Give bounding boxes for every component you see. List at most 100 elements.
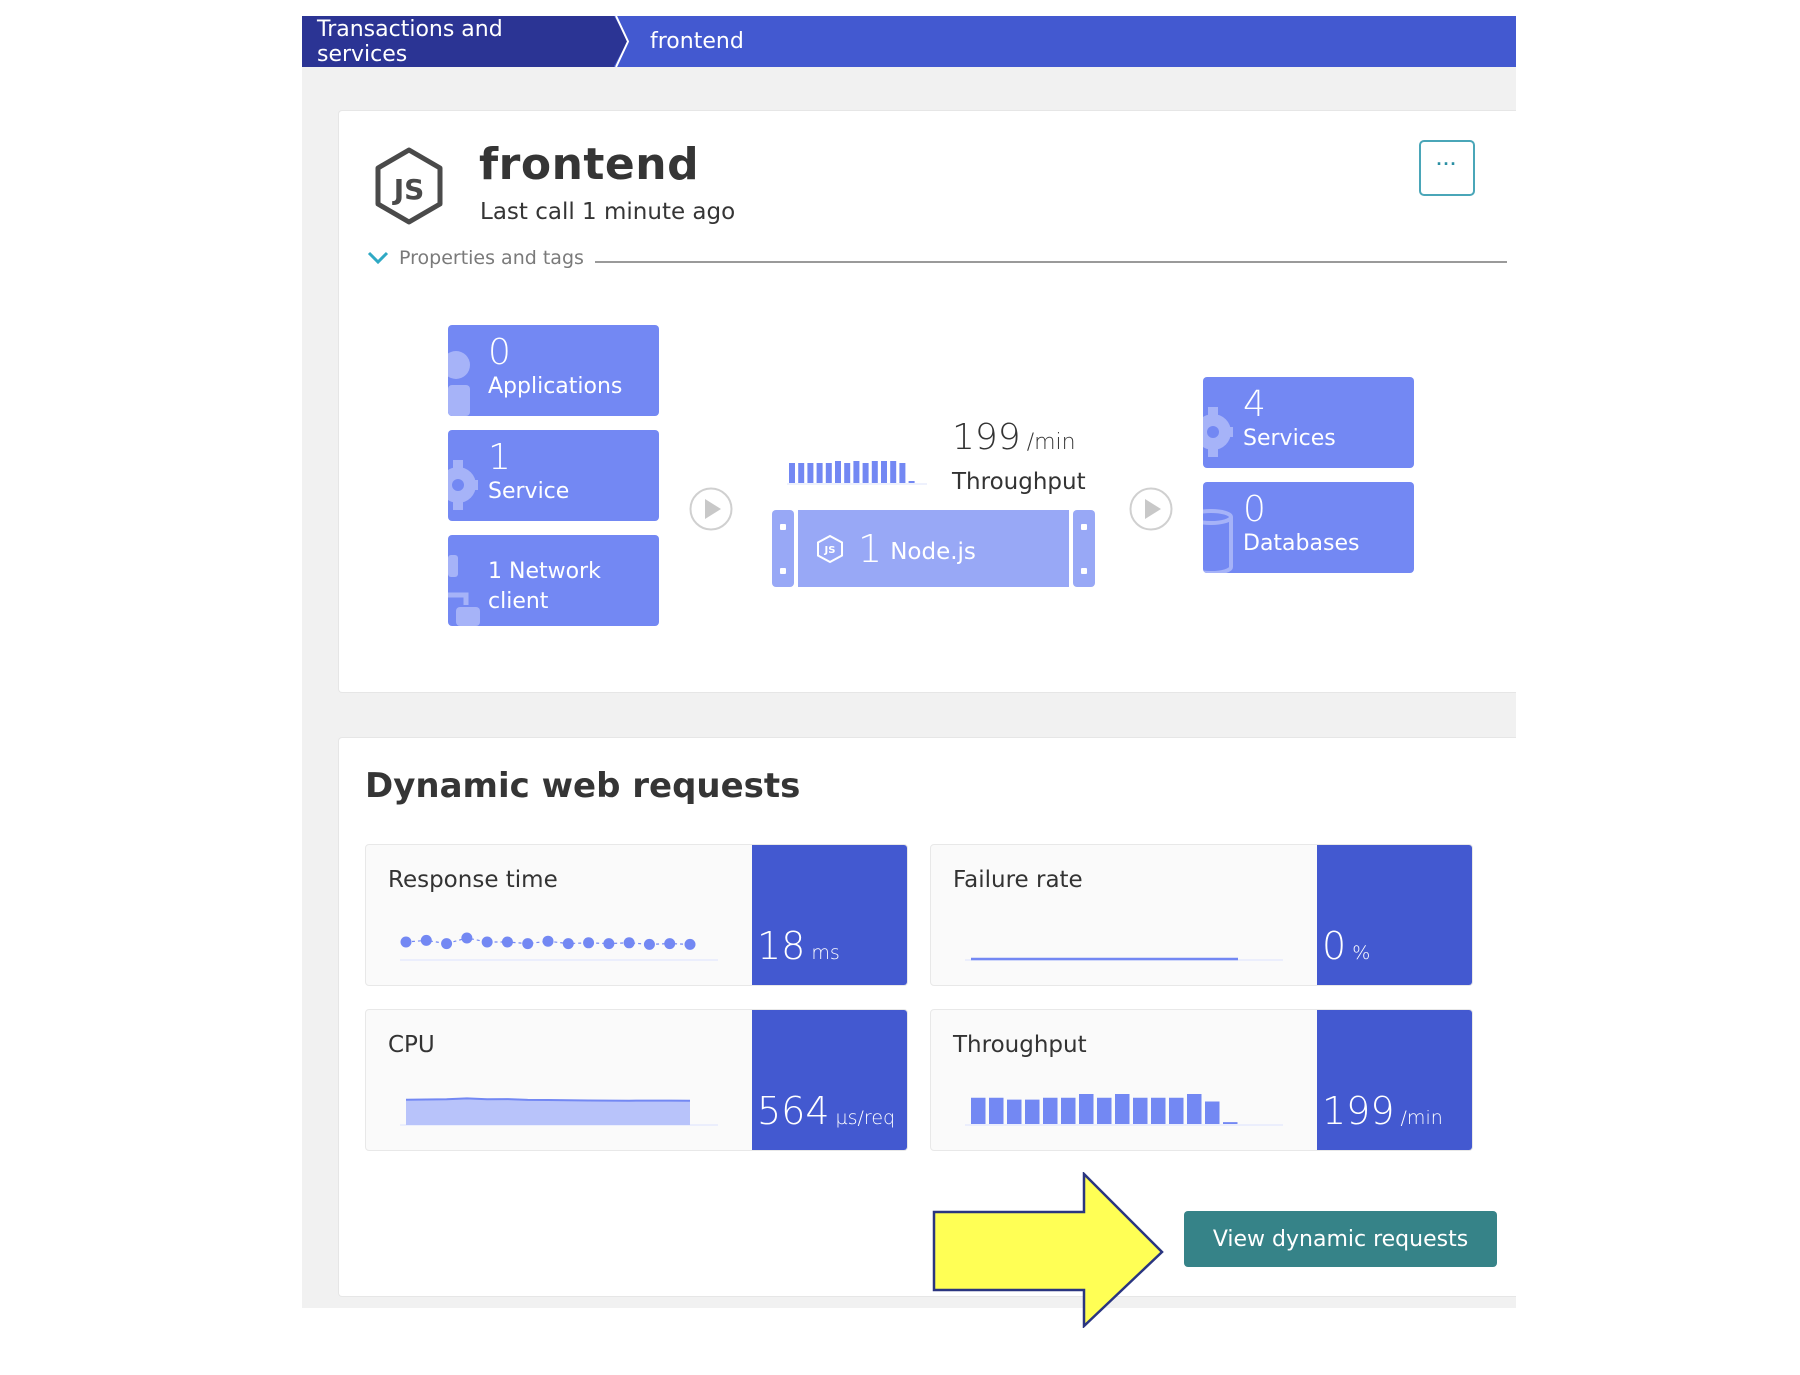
process-count: 1 <box>858 526 883 571</box>
tile-label: 1 Network client <box>488 557 601 617</box>
tile-services[interactable]: 4 Services <box>1203 377 1414 468</box>
more-options-button[interactable]: ··· <box>1419 140 1475 196</box>
tile-count: 0 <box>1243 489 1266 530</box>
throughput-bar <box>1097 1097 1112 1124</box>
tile-label: Services <box>1243 426 1336 451</box>
nodejs-icon: JS <box>817 534 843 563</box>
tile-applications[interactable]: 0 Applications <box>448 325 659 416</box>
section-title: Dynamic web requests <box>365 766 801 806</box>
response-time-point <box>583 937 595 949</box>
svg-text:JS: JS <box>392 173 425 206</box>
throughput-bar <box>899 463 906 483</box>
throughput-bar <box>971 1097 986 1124</box>
throughput-bar <box>853 461 860 483</box>
process-rack-right <box>1073 510 1095 587</box>
throughput-bar <box>1115 1094 1130 1124</box>
throughput-bar <box>798 463 805 483</box>
response-time-point <box>441 938 453 950</box>
process-label: Node.js <box>890 538 976 565</box>
process-rack-left <box>772 510 794 587</box>
metric-value-panel: 564 µs/req <box>752 1010 907 1150</box>
breadcrumb-label: Transactions and services <box>317 16 503 67</box>
metric-throughput[interactable]: Throughput 199/min <box>930 1009 1473 1151</box>
more-icon: ··· <box>1436 154 1458 174</box>
metric-value: 564 <box>757 1089 830 1133</box>
throughput-bar <box>1169 1097 1184 1124</box>
throughput-bar <box>1205 1101 1220 1124</box>
failure-rate-chart <box>965 957 1283 961</box>
metric-unit: µs/req <box>835 1107 896 1129</box>
cpu-area <box>406 1098 690 1125</box>
breadcrumb-label: frontend <box>650 29 744 54</box>
response-time-point <box>623 937 635 949</box>
response-time-point <box>461 932 473 944</box>
throughput-bar <box>908 481 915 483</box>
throughput-value: 199/min <box>952 417 1076 458</box>
response-time-point <box>501 936 513 948</box>
view-dynamic-requests-button[interactable]: View dynamic requests <box>1184 1211 1497 1267</box>
tile-label: Databases <box>1243 531 1360 556</box>
throughput-bar <box>844 463 851 483</box>
throughput-bar <box>1223 1122 1238 1124</box>
breadcrumb-item-transactions[interactable]: Transactions and services <box>302 16 628 67</box>
breadcrumb-item-frontend[interactable]: frontend <box>614 16 744 67</box>
tile-label: Service <box>488 479 570 504</box>
response-time-point <box>562 938 574 950</box>
response-time-point <box>664 938 676 950</box>
throughput-number: 199 <box>952 417 1021 458</box>
metric-response-time[interactable]: Response time 18 ms <box>365 844 908 986</box>
metric-value-panel: 0% <box>1317 845 1472 985</box>
metric-cpu[interactable]: CPU 564 µs/req <box>365 1009 908 1151</box>
throughput-bar <box>1187 1094 1202 1124</box>
throughput-bar <box>881 461 887 483</box>
tile-count: 1 <box>488 437 511 478</box>
throughput-bar <box>1007 1099 1022 1124</box>
throughput-bar <box>1025 1099 1040 1124</box>
play-icon[interactable] <box>1129 487 1173 531</box>
breadcrumb-separator-icon <box>615 16 630 67</box>
breadcrumb: Transactions and services frontend <box>302 16 1516 67</box>
throughput-unit: /min <box>1026 430 1076 455</box>
throughput-bar <box>807 463 814 483</box>
process-nodejs[interactable]: JS 1 Node.js <box>772 510 1095 587</box>
service-gear-icon <box>448 460 478 510</box>
play-icon[interactable] <box>689 487 733 531</box>
throughput-bar <box>835 461 841 483</box>
response-time-point <box>603 938 615 950</box>
throughput-bar <box>825 463 832 483</box>
properties-divider <box>595 261 1507 263</box>
annotation-arrow-icon <box>932 1172 1164 1328</box>
tile-service[interactable]: 1 Service <box>448 430 659 521</box>
throughput-bar <box>989 1097 1004 1124</box>
properties-toggle[interactable]: Properties and tags <box>367 247 584 269</box>
metric-unit: /min <box>1400 1107 1443 1129</box>
throughput-bar <box>1061 1097 1076 1124</box>
tile-network-client[interactable]: 1 Network client <box>448 535 659 626</box>
metric-value-panel: 18 ms <box>752 845 907 985</box>
metric-title: Response time <box>388 867 558 893</box>
metric-title: CPU <box>388 1032 435 1058</box>
metric-failure-rate[interactable]: Failure rate 0% <box>930 844 1473 986</box>
entity-card: JS frontend Last call 1 minute ago ··· P… <box>338 110 1516 693</box>
throughput-bar <box>862 463 869 483</box>
response-time-point <box>684 938 696 950</box>
metric-title: Throughput <box>953 1032 1087 1058</box>
throughput-bar <box>1151 1097 1166 1124</box>
response-time-point <box>643 938 655 950</box>
response-time-point <box>542 935 554 947</box>
response-time-point <box>420 934 432 946</box>
throughput-bar <box>1079 1094 1094 1124</box>
cpu-chart <box>400 1097 718 1126</box>
chevron-down-icon <box>367 251 389 265</box>
metric-value: 0 <box>1322 924 1347 968</box>
response-time-point <box>522 938 534 950</box>
metric-value: 18 <box>757 924 806 968</box>
entity-title: frontend <box>479 139 700 190</box>
tile-databases[interactable]: 0 Databases <box>1203 482 1414 573</box>
database-icon <box>1203 509 1233 573</box>
service-gear-icon <box>1203 407 1233 457</box>
throughput-label: Throughput <box>952 469 1086 495</box>
tile-label-line1: 1 Network <box>488 559 601 584</box>
throughput-bar <box>871 461 878 483</box>
tile-count: 0 <box>488 332 511 373</box>
